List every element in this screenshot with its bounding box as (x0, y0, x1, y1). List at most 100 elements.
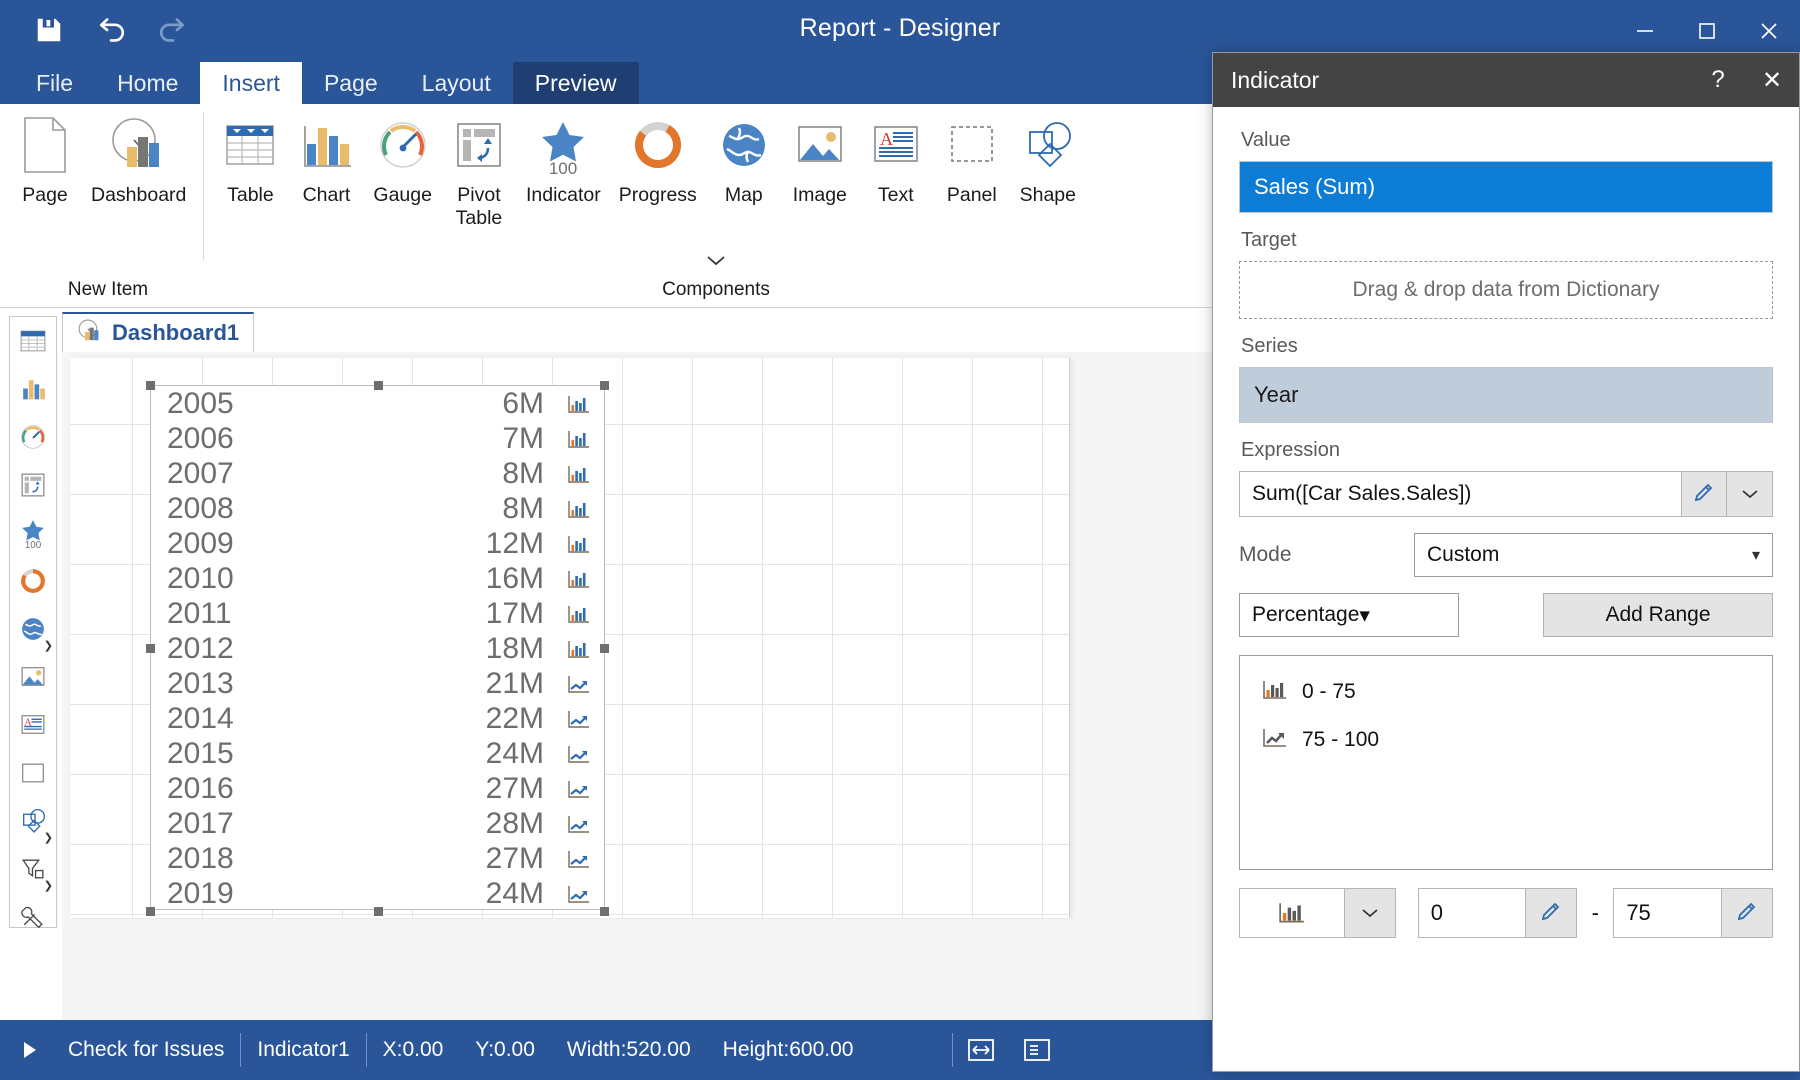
table-row[interactable]: 2012 18M (151, 631, 604, 666)
range-icon-chevron-down-icon[interactable] (1343, 888, 1396, 938)
resize-handle-ne[interactable] (600, 381, 609, 390)
range-to-edit-pencil-icon[interactable] (1721, 888, 1773, 938)
table-row[interactable]: 2013 21M (151, 666, 604, 701)
resize-handle-w[interactable] (146, 644, 155, 653)
resize-handle-se[interactable] (600, 907, 609, 916)
tab-file[interactable]: File (14, 62, 95, 104)
table-row[interactable]: 2007 8M (151, 456, 604, 491)
tab-preview[interactable]: Preview (512, 62, 639, 104)
range-to-field[interactable]: 75 (1613, 888, 1773, 938)
table-row[interactable]: 2016 27M (151, 771, 604, 806)
ribbon-button-map[interactable]: Map (706, 104, 782, 264)
left-tool-shape[interactable]: ❯ (10, 797, 56, 845)
value-field[interactable]: Sales (Sum) (1239, 161, 1773, 213)
range-to-value[interactable]: 75 (1613, 888, 1721, 938)
ribbon-button-pivot-table[interactable]: Pivot Table (441, 104, 517, 264)
expression-chevron-down-icon[interactable] (1727, 471, 1773, 517)
tab-insert[interactable]: Insert (200, 62, 302, 104)
table-row[interactable]: 2008 8M (151, 491, 604, 526)
range-icon-combo[interactable] (1239, 888, 1396, 938)
resize-handle-sw[interactable] (146, 907, 155, 916)
left-tool-text[interactable]: A (10, 701, 56, 749)
bar-chart-icon (564, 534, 594, 554)
left-tool-pivot-table[interactable] (10, 461, 56, 509)
left-tool-tools[interactable] (10, 893, 56, 941)
indicator-component[interactable]: 2005 6M 2006 7M 2007 8M 2008 8M 2009 12M… (146, 381, 609, 916)
check-for-issues-label[interactable]: Check for Issues (52, 1038, 240, 1062)
table-row[interactable]: 2005 6M (151, 386, 604, 421)
range-from-edit-pencil-icon[interactable] (1525, 888, 1578, 938)
ribbon-button-image[interactable]: Image (782, 104, 858, 264)
left-tool-map[interactable]: ❯ (10, 605, 56, 653)
ribbon-button-text[interactable]: A Text (858, 104, 934, 264)
table-row[interactable]: 2009 12M (151, 526, 604, 561)
table-row[interactable]: 2010 16M (151, 561, 604, 596)
ribbon-group-label-new-item: New Item (67, 279, 149, 300)
resize-handle-nw[interactable] (146, 381, 155, 390)
mode-label: Mode (1239, 543, 1292, 566)
ribbon-button-chart[interactable]: Chart (288, 104, 364, 264)
progress-icon (629, 114, 687, 176)
row-year: 2007 (167, 456, 234, 490)
left-tool-chart[interactable] (10, 365, 56, 413)
resize-handle-n[interactable] (374, 381, 383, 390)
chevron-right-icon[interactable]: ❯ (44, 639, 53, 652)
ribbon-button-panel[interactable]: Panel (934, 104, 1010, 264)
chevron-right-icon[interactable]: ❯ (44, 879, 53, 892)
chevron-right-icon[interactable]: ❯ (44, 831, 53, 844)
left-tool-progress[interactable] (10, 557, 56, 605)
expression-edit-pencil-icon[interactable] (1681, 471, 1727, 517)
ribbon-button-progress[interactable]: Progress (610, 104, 706, 264)
range-from-value[interactable]: 0 (1417, 888, 1526, 938)
ribbon-button-gauge[interactable]: Gauge (364, 104, 441, 264)
left-tool-filter[interactable]: ❯ (10, 845, 56, 893)
row-year: 2012 (167, 631, 234, 665)
range-list[interactable]: 0 - 75 75 - 100 (1239, 655, 1773, 870)
tab-home[interactable]: Home (95, 62, 200, 104)
ribbon-button-page[interactable]: Page (8, 104, 82, 264)
pivot-table-icon (450, 114, 508, 176)
target-dropzone[interactable]: Drag & drop data from Dictionary (1239, 261, 1773, 319)
left-tool-table[interactable] (10, 317, 56, 365)
expression-input[interactable]: Sum([Car Sales.Sales]) (1239, 471, 1681, 517)
tab-page[interactable]: Page (302, 62, 400, 104)
ribbon-button-dashboard[interactable]: Dashboard (82, 104, 195, 264)
table-row[interactable]: 2014 22M (151, 701, 604, 736)
play-triangle-icon[interactable] (0, 1040, 52, 1060)
bar-chart-icon[interactable] (1239, 888, 1344, 938)
left-tool-image[interactable] (10, 653, 56, 701)
table-row[interactable]: 2006 7M (151, 421, 604, 456)
components-expand-chevron-down-icon[interactable] (216, 251, 1216, 271)
resize-handle-e[interactable] (600, 644, 609, 653)
unit-select[interactable]: Percentage ▾ (1239, 593, 1459, 637)
table-row[interactable]: 2018 27M (151, 841, 604, 876)
list-item[interactable]: 75 - 100 (1240, 716, 1772, 764)
resize-handle-s[interactable] (374, 907, 383, 916)
table-row[interactable]: 2017 28M (151, 806, 604, 841)
panel-icon (943, 114, 1001, 176)
page-icon (19, 114, 71, 176)
page-view-icon[interactable] (1009, 1020, 1065, 1080)
mode-select[interactable]: Custom ▾ (1414, 533, 1773, 577)
ribbon-button-shape[interactable]: Shape (1010, 104, 1086, 264)
table-row[interactable]: 2011 17M (151, 596, 604, 631)
fit-width-icon[interactable] (953, 1020, 1009, 1080)
report-page[interactable]: 2005 6M 2006 7M 2007 8M 2008 8M 2009 12M… (70, 358, 1070, 918)
series-field[interactable]: Year (1239, 367, 1773, 423)
help-button[interactable]: ? (1691, 53, 1745, 107)
list-item[interactable]: 0 - 75 (1240, 668, 1772, 716)
left-tool-panel[interactable] (10, 749, 56, 797)
left-tool-indicator[interactable]: 100 (10, 509, 56, 557)
table-row[interactable]: 2015 24M (151, 736, 604, 771)
table-icon (221, 114, 279, 176)
document-tab-dashboard1[interactable]: Dashboard1 (62, 312, 255, 352)
ribbon-button-indicator[interactable]: 100 Indicator (517, 104, 610, 264)
range-from-field[interactable]: 0 (1417, 888, 1578, 938)
add-range-button[interactable]: Add Range (1543, 593, 1773, 637)
ribbon-button-label: Map (724, 184, 763, 206)
table-row[interactable]: 2019 24M (151, 876, 604, 911)
dialog-close-icon[interactable]: ✕ (1745, 53, 1799, 107)
ribbon-button-table[interactable]: Table (212, 104, 288, 264)
tab-layout[interactable]: Layout (400, 62, 513, 104)
left-tool-gauge[interactable] (10, 413, 56, 461)
